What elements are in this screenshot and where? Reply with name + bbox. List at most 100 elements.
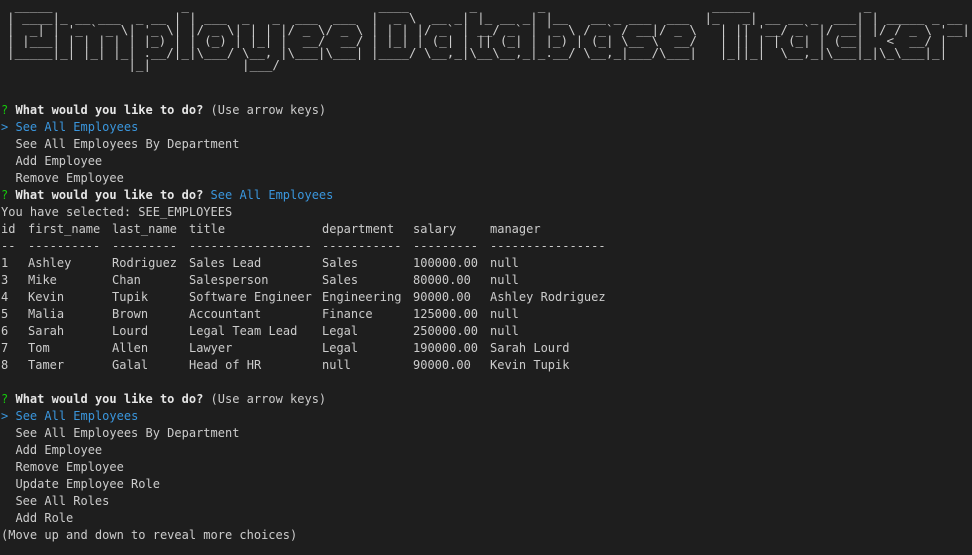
separator: ---------------- <box>490 239 606 253</box>
separator: ---------- <box>28 239 101 253</box>
cell-department: Sales <box>322 273 359 287</box>
question-mark-icon: ? <box>1 188 9 202</box>
cell-department: Legal <box>322 341 359 355</box>
column-header: salary <box>413 222 457 236</box>
cell-first-name: Tom <box>28 341 50 355</box>
menu-option[interactable]: Add Employee <box>1 442 972 459</box>
pointer-icon: > <box>1 409 9 423</box>
table-row: 1 Ashley Rodriguez Sales Lead Sales 1000… <box>1 255 620 272</box>
cell-manager: null <box>490 307 519 321</box>
menu-option-selected[interactable]: > See All Employees <box>1 119 972 136</box>
cell-department: Finance <box>322 307 373 321</box>
table-row: 4 Kevin Tupik Software Engineer Engineer… <box>1 289 620 306</box>
prompt-footer: (Move up and down to reveal more choices… <box>1 528 298 542</box>
cell-id: 6 <box>1 324 9 338</box>
cell-last-name: Lourd <box>112 324 149 338</box>
cell-first-name: Mike <box>28 273 57 287</box>
answer-text: See All Employees <box>210 188 334 202</box>
separator: --------- <box>112 239 178 253</box>
column-header: first_name <box>28 222 101 236</box>
column-header: manager <box>490 222 541 236</box>
table-separator-row: -- ---------- --------- ----------------… <box>1 238 620 255</box>
separator: -- <box>1 239 16 253</box>
cell-manager: Sarah Lourd <box>490 341 570 355</box>
cell-manager: Ashley Rodriguez <box>490 290 606 304</box>
cell-last-name: Chan <box>112 273 141 287</box>
table-row: 6 Sarah Lourd Legal Team Lead Legal 2500… <box>1 323 620 340</box>
separator: ----------- <box>322 239 402 253</box>
separator: --------- <box>413 239 479 253</box>
cell-manager: null <box>490 273 519 287</box>
question-mark-icon: ? <box>1 392 9 406</box>
employees-table: id first_name last_name title department… <box>1 221 620 374</box>
cell-first-name: Tamer <box>28 358 65 372</box>
cell-title: Accountant <box>189 307 262 321</box>
separator: ----------------- <box>189 239 312 253</box>
question-text: What would you like to do? <box>15 103 204 117</box>
cell-last-name: Tupik <box>112 290 149 304</box>
cell-title: Sales Lead <box>189 256 262 270</box>
cell-first-name: Sarah <box>28 324 65 338</box>
cell-title: Software Engineer <box>189 290 312 304</box>
cell-title: Head of HR <box>189 358 262 372</box>
cell-salary: 100000.00 <box>413 256 479 270</box>
prompt-question: ? What would you like to do? (Use arrow … <box>1 391 972 408</box>
cell-last-name: Allen <box>112 341 149 355</box>
menu-option[interactable]: See All Employees By Department <box>1 425 972 442</box>
menu-option[interactable]: Remove Employee <box>1 459 972 476</box>
cell-department: Sales <box>322 256 359 270</box>
cell-manager: null <box>490 256 519 270</box>
cell-title: Legal Team Lead <box>189 324 298 338</box>
pointer-icon: > <box>1 120 9 134</box>
menu-option[interactable]: See All Employees By Department <box>1 136 972 153</box>
cell-id: 8 <box>1 358 9 372</box>
cell-id: 3 <box>1 273 9 287</box>
prompt-question: ? What would you like to do? (Use arrow … <box>1 102 972 119</box>
menu-option[interactable]: Add Role <box>1 510 972 527</box>
column-header: title <box>189 222 226 236</box>
cell-first-name: Kevin <box>28 290 65 304</box>
cell-first-name: Malia <box>28 307 65 321</box>
cell-salary: 90000.00 <box>413 358 471 372</box>
column-header: department <box>322 222 395 236</box>
cell-department: null <box>322 358 351 372</box>
cell-department: Engineering <box>322 290 402 304</box>
cell-title: Lawyer <box>189 341 233 355</box>
cell-id: 1 <box>1 256 9 270</box>
cell-id: 5 <box>1 307 9 321</box>
cell-first-name: Ashley <box>28 256 72 270</box>
cell-id: 7 <box>1 341 9 355</box>
menu-option[interactable]: Remove Employee <box>1 170 972 187</box>
cell-last-name: Galal <box>112 358 149 372</box>
cell-department: Legal <box>322 324 359 338</box>
cell-salary: 80000.00 <box>413 273 471 287</box>
ascii-banner: _____ _ ____ _ _ _____ _ | ____|_ __ ___… <box>7 0 970 72</box>
menu-option[interactable]: Update Employee Role <box>1 476 972 493</box>
question-mark-icon: ? <box>1 103 9 117</box>
cell-salary: 90000.00 <box>413 290 471 304</box>
cell-salary: 190000.00 <box>413 341 479 355</box>
cell-last-name: Brown <box>112 307 149 321</box>
table-row: 7 Tom Allen Lawyer Legal 190000.00 Sarah… <box>1 340 620 357</box>
cell-last-name: Rodriguez <box>112 256 178 270</box>
cell-manager: null <box>490 324 519 338</box>
question-text: What would you like to do? <box>15 392 204 406</box>
menu-option[interactable]: See All Roles <box>1 493 972 510</box>
table-row: 5 Malia Brown Accountant Finance 125000.… <box>1 306 620 323</box>
cell-manager: Kevin Tupik <box>490 358 570 372</box>
terminal-window[interactable]: _____ _ ____ _ _ _____ _ | ____|_ __ ___… <box>0 0 972 555</box>
menu-option[interactable]: Add Employee <box>1 153 972 170</box>
cell-title: Salesperson <box>189 273 269 287</box>
answered-prompt: ? What would you like to do? See All Emp… <box>1 187 972 204</box>
prompt-hint: (Use arrow keys) <box>210 392 327 406</box>
prompt-hint: (Use arrow keys) <box>210 103 327 117</box>
table-header-row: id first_name last_name title department… <box>1 221 620 238</box>
question-text: What would you like to do? <box>15 188 204 202</box>
menu-option-selected[interactable]: > See All Employees <box>1 408 972 425</box>
table-row: 3 Mike Chan Salesperson Sales 80000.00 n… <box>1 272 620 289</box>
cell-id: 4 <box>1 290 9 304</box>
column-header: last_name <box>112 222 178 236</box>
table-row: 8 Tamer Galal Head of HR null 90000.00 K… <box>1 357 620 374</box>
column-header: id <box>1 222 16 236</box>
